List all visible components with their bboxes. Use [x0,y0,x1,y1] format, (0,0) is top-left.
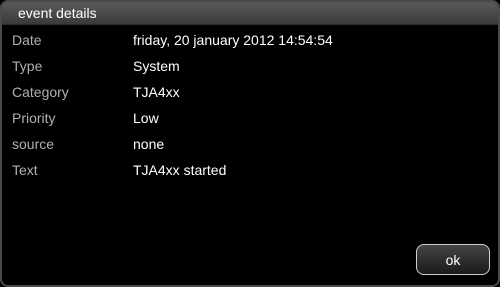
detail-label: Text [12,162,38,178]
dialog-title-bar: event details [2,2,498,25]
detail-row-text: Text TJA4xx started [2,157,498,183]
detail-value: friday, 20 january 2012 14:54:54 [133,32,333,48]
event-details-dialog: event details Date friday, 20 january 20… [0,0,500,287]
detail-value: Low [133,110,159,126]
detail-row-type: Type System [2,53,498,79]
detail-value: TJA4xx [133,84,180,100]
detail-label: source [12,136,55,152]
detail-row-priority: Priority Low [2,105,498,131]
detail-value: System [133,58,180,74]
detail-label: Type [12,58,43,74]
detail-label: Category [12,84,69,100]
detail-row-date: Date friday, 20 january 2012 14:54:54 [2,27,498,53]
detail-label: Date [12,32,42,48]
detail-value: TJA4xx started [133,162,227,178]
details-list: Date friday, 20 january 2012 14:54:54 Ty… [2,27,498,183]
detail-label: Priority [12,110,56,126]
ok-button[interactable]: ok [416,244,490,275]
detail-row-category: Category TJA4xx [2,79,498,105]
dialog-title: event details [18,5,97,21]
detail-value: none [133,136,165,152]
detail-row-source: source none [2,131,498,157]
